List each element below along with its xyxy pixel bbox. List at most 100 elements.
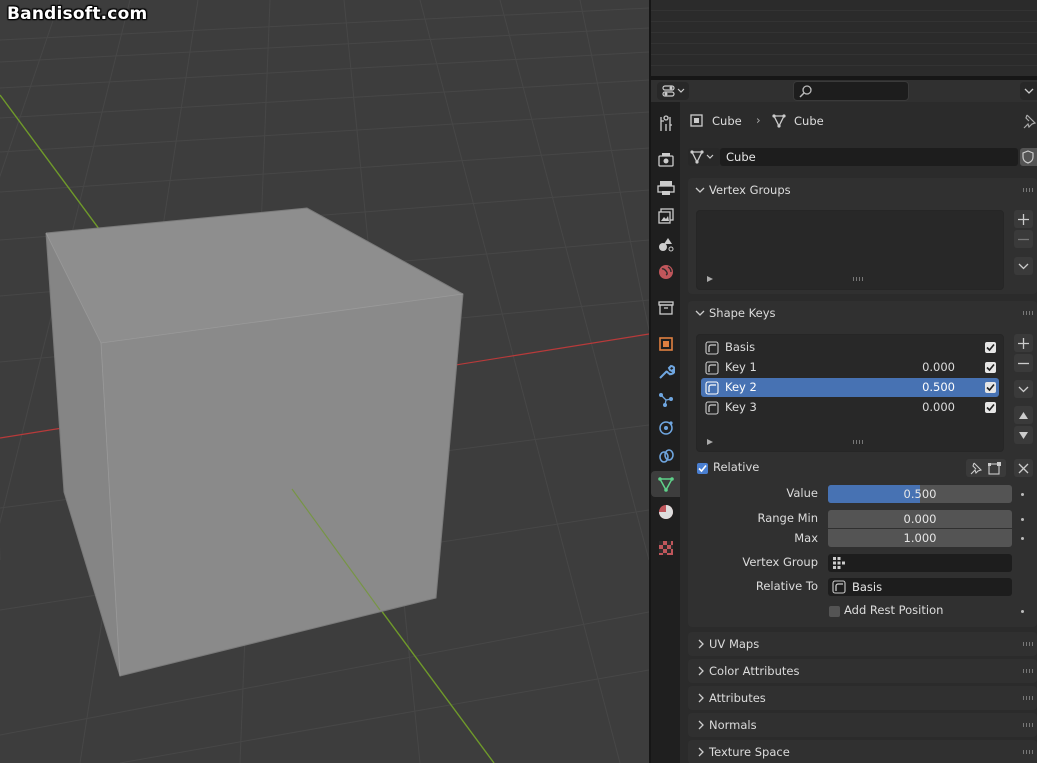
drag-handle-icon[interactable] [1023, 696, 1035, 700]
tab-scene[interactable] [651, 231, 680, 257]
relative-label[interactable]: Relative [713, 460, 759, 474]
triangle-down-icon [1019, 432, 1028, 439]
keyframe-dot-icon[interactable] [1021, 493, 1024, 496]
shape-key-mute-checkbox[interactable] [985, 382, 996, 393]
options-dropdown-button[interactable] [1020, 82, 1037, 100]
normals-panel[interactable]: Normals [688, 713, 1037, 737]
object-icon [659, 337, 673, 351]
texture-icon [659, 541, 673, 555]
shape-key-value[interactable]: 0.500 [901, 380, 955, 394]
remove-vertex-group-button[interactable] [1014, 230, 1033, 248]
shape-key-item[interactable]: Key 3 0.000 [701, 398, 999, 417]
filter-toggle-icon[interactable] [706, 438, 714, 446]
vertex-group-specials-button[interactable] [1014, 257, 1033, 275]
tab-data[interactable] [651, 471, 680, 497]
vertex-group-field[interactable] [828, 554, 1012, 572]
drag-handle-icon[interactable] [1023, 188, 1035, 192]
keyframe-dot-icon[interactable] [1021, 537, 1024, 540]
relative-checkbox[interactable] [697, 463, 708, 474]
attributes-title: Attributes [709, 691, 766, 705]
range-min-field[interactable]: 0.000 [828, 510, 1012, 528]
add-vertex-group-button[interactable] [1014, 210, 1033, 228]
shape-key-icon [705, 381, 719, 395]
value-slider[interactable]: 0.500 [828, 485, 1012, 503]
breadcrumb-separator: › [756, 113, 761, 127]
drag-handle-icon[interactable] [1023, 669, 1035, 673]
shape-key-icon [705, 361, 719, 375]
tab-object[interactable] [651, 331, 680, 357]
tab-material[interactable] [651, 499, 680, 525]
shape-key-mute-checkbox[interactable] [985, 402, 996, 413]
filter-toggle-icon[interactable] [706, 275, 714, 283]
tab-modifier[interactable] [651, 359, 680, 385]
tab-texture[interactable] [651, 535, 680, 561]
range-max-field[interactable]: 1.000 [828, 529, 1012, 547]
move-shape-key-down-button[interactable] [1014, 426, 1033, 444]
shape-keys-list[interactable]: Basis Key 1 0.000 Key 2 0.500 Key 3 0.00… [696, 334, 1004, 452]
pin-icon[interactable] [1021, 113, 1037, 129]
triangle-up-icon [1019, 412, 1028, 419]
tab-output[interactable] [651, 175, 680, 201]
tab-physics[interactable] [651, 415, 680, 441]
edit-mode-icon[interactable] [986, 459, 1004, 477]
tab-particles[interactable] [651, 387, 680, 413]
list-resize-handle[interactable] [853, 440, 865, 444]
uv-maps-panel[interactable]: UV Maps [688, 632, 1037, 656]
drag-handle-icon[interactable] [1023, 642, 1035, 646]
drag-handle-icon[interactable] [1023, 311, 1035, 315]
tab-world[interactable] [651, 259, 680, 285]
tab-render[interactable] [651, 147, 680, 173]
vertex-groups-title: Vertex Groups [709, 183, 791, 197]
scene-icon [659, 238, 674, 252]
drag-handle-icon[interactable] [1023, 723, 1035, 727]
shape-key-item[interactable]: Key 1 0.000 [701, 358, 999, 377]
tab-constraints[interactable] [651, 443, 680, 469]
vertex-groups-header[interactable]: Vertex Groups [688, 178, 1037, 202]
add-shape-key-button[interactable] [1014, 334, 1033, 352]
attributes-panel[interactable]: Attributes [688, 686, 1037, 710]
chevron-down-icon [1024, 88, 1034, 94]
editor-type-button[interactable] [657, 82, 689, 100]
outliner-area[interactable] [651, 0, 1037, 76]
shape-key-mute-checkbox[interactable] [985, 362, 996, 373]
tab-view-layer[interactable] [651, 203, 680, 229]
data-icon [658, 477, 674, 492]
3d-viewport[interactable]: Bandisoft.com [0, 0, 649, 763]
shape-keys-panel: Shape Keys Basis Key 1 0.000 Key 2 0.500… [688, 301, 1037, 627]
clear-shape-keys-button[interactable] [1014, 459, 1033, 477]
remove-shape-key-button[interactable] [1014, 354, 1033, 372]
mesh-name-field[interactable]: Cube [720, 148, 1018, 166]
chevron-right-icon [698, 639, 704, 649]
shape-keys-header[interactable]: Shape Keys [688, 301, 1037, 325]
add-rest-position-checkbox[interactable] [829, 606, 840, 617]
shape-key-specials-button[interactable] [1014, 380, 1033, 398]
move-shape-key-up-button[interactable] [1014, 406, 1033, 424]
checkmark-icon [698, 464, 707, 473]
drag-handle-icon[interactable] [1023, 750, 1035, 754]
list-resize-handle[interactable] [853, 277, 865, 281]
texture-space-panel[interactable]: Texture Space [688, 740, 1037, 763]
color-attributes-panel[interactable]: Color Attributes [688, 659, 1037, 683]
shape-key-item[interactable]: Basis [701, 338, 999, 357]
add-rest-position-label[interactable]: Add Rest Position [844, 603, 943, 617]
shape-key-value[interactable]: 0.000 [901, 400, 955, 414]
shape-key-name: Basis [725, 340, 756, 354]
tab-tool[interactable] [651, 111, 680, 137]
pin-icon[interactable] [967, 459, 985, 477]
vertex-groups-panel: Vertex Groups [688, 178, 1037, 294]
shape-key-item-selected[interactable]: Key 2 0.500 [701, 378, 999, 397]
search-input[interactable] [793, 81, 909, 101]
browse-mesh-button[interactable] [688, 148, 720, 166]
breadcrumb-mesh: Cube [794, 114, 824, 128]
tab-collection[interactable] [651, 295, 680, 321]
relative-to-field[interactable]: Basis [828, 578, 1012, 596]
normals-title: Normals [709, 718, 757, 732]
fake-user-button[interactable] [1020, 148, 1037, 166]
vertex-groups-list[interactable] [696, 210, 1004, 290]
modifier-icon [659, 364, 675, 379]
keyframe-dot-icon[interactable] [1021, 518, 1024, 521]
close-icon [1018, 463, 1029, 474]
shape-key-value[interactable]: 0.000 [901, 360, 955, 374]
keyframe-dot-icon[interactable] [1021, 610, 1024, 613]
shape-key-mute-checkbox[interactable] [985, 342, 996, 353]
